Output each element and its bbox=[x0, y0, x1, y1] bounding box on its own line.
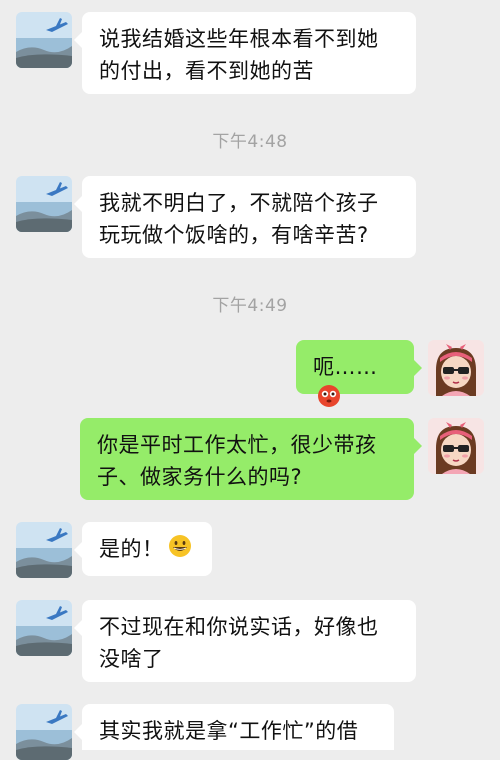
message-line: 说我结婚这些年根本看不到她 bbox=[99, 27, 379, 51]
contact-avatar[interactable] bbox=[16, 176, 72, 232]
my-avatar[interactable] bbox=[428, 418, 484, 474]
airplane-landscape-icon bbox=[16, 704, 72, 760]
timestamp: 下午4:48 bbox=[212, 132, 288, 152]
my-avatar[interactable] bbox=[428, 340, 484, 396]
chat-area[interactable]: 说我结婚这些年根本看不到她 的付出，看不到她的苦 下午4:48 我就不明白了，不… bbox=[0, 0, 500, 760]
airplane-landscape-icon bbox=[16, 600, 72, 656]
message-line: 玩玩做个饭啥的，有啥辛苦? bbox=[99, 223, 369, 247]
outgoing-message[interactable]: 你是平时工作太忙，很少带孩 子、做家务什么的吗? bbox=[80, 418, 422, 500]
airplane-landscape-icon bbox=[16, 522, 72, 578]
incoming-message[interactable]: 是的！ bbox=[74, 522, 212, 576]
incoming-message[interactable]: 说我结婚这些年根本看不到她 的付出，看不到她的苦 bbox=[74, 12, 416, 94]
incoming-message[interactable]: 我就不明白了，不就陪个孩子 玩玩做个饭啥的，有啥辛苦? bbox=[74, 176, 416, 258]
outgoing-message[interactable]: 呃…… bbox=[296, 340, 422, 407]
contact-avatar[interactable] bbox=[16, 522, 72, 578]
incoming-message[interactable]: 其实我就是拿“工作忙”的借 bbox=[74, 704, 394, 750]
contact-avatar[interactable] bbox=[16, 12, 72, 68]
timestamp: 下午4:49 bbox=[212, 296, 288, 316]
message-line: 不过现在和你说实话，好像也 bbox=[99, 615, 379, 639]
contact-avatar[interactable] bbox=[16, 600, 72, 656]
message-line: 子、做家务什么的吗? bbox=[97, 465, 303, 489]
contact-avatar[interactable] bbox=[16, 704, 72, 760]
airplane-landscape-icon bbox=[16, 12, 72, 68]
message-line: 没啥了 bbox=[99, 647, 164, 671]
grinning-face-icon bbox=[168, 534, 192, 567]
message-line: 的付出，看不到她的苦 bbox=[99, 59, 314, 83]
girl-sunglasses-avatar-icon bbox=[428, 340, 484, 396]
incoming-message[interactable]: 不过现在和你说实话，好像也 没啥了 bbox=[74, 600, 416, 682]
girl-sunglasses-avatar-icon bbox=[428, 418, 484, 474]
message-text: 呃…… bbox=[313, 355, 378, 379]
message-line: 你是平时工作太忙，很少带孩 bbox=[97, 433, 377, 457]
airplane-landscape-icon bbox=[16, 176, 72, 232]
message-line: 其实我就是拿“工作忙”的借 bbox=[99, 719, 359, 743]
message-text: 是的！ bbox=[99, 537, 164, 561]
message-line: 我就不明白了，不就陪个孩子 bbox=[99, 191, 379, 215]
flushed-face-icon bbox=[317, 384, 341, 417]
